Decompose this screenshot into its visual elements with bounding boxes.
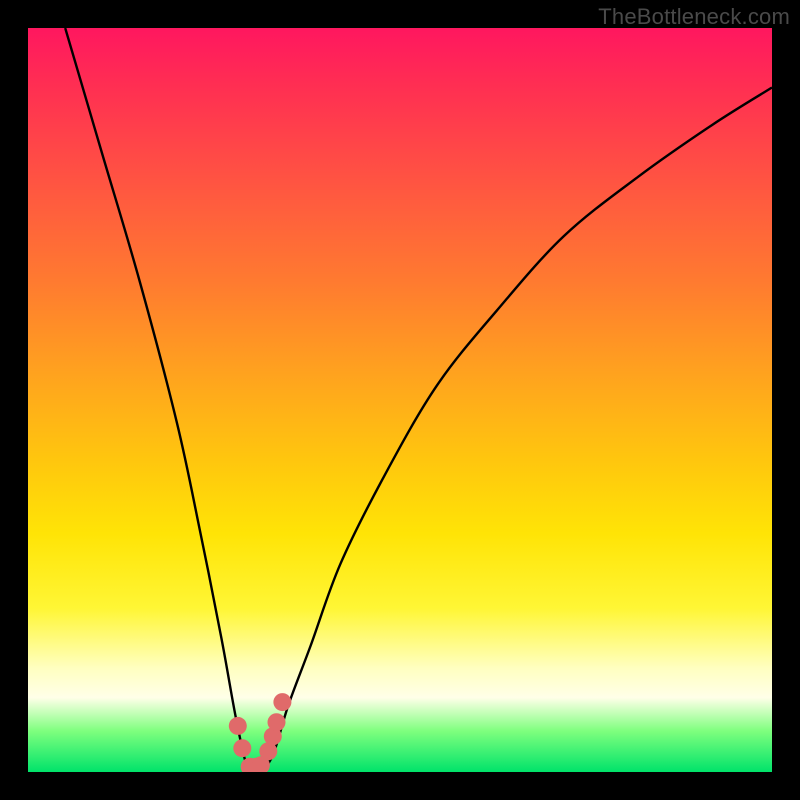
highlight-marker (233, 739, 251, 757)
highlight-marker (229, 717, 247, 735)
chart-frame: TheBottleneck.com (0, 0, 800, 800)
highlight-marker (273, 693, 291, 711)
watermark-text: TheBottleneck.com (598, 4, 790, 30)
plot-area (28, 28, 772, 772)
highlight-marker-group (229, 693, 292, 772)
curve-layer (28, 28, 772, 772)
highlight-marker (268, 713, 286, 731)
bottleneck-curve (65, 28, 772, 772)
